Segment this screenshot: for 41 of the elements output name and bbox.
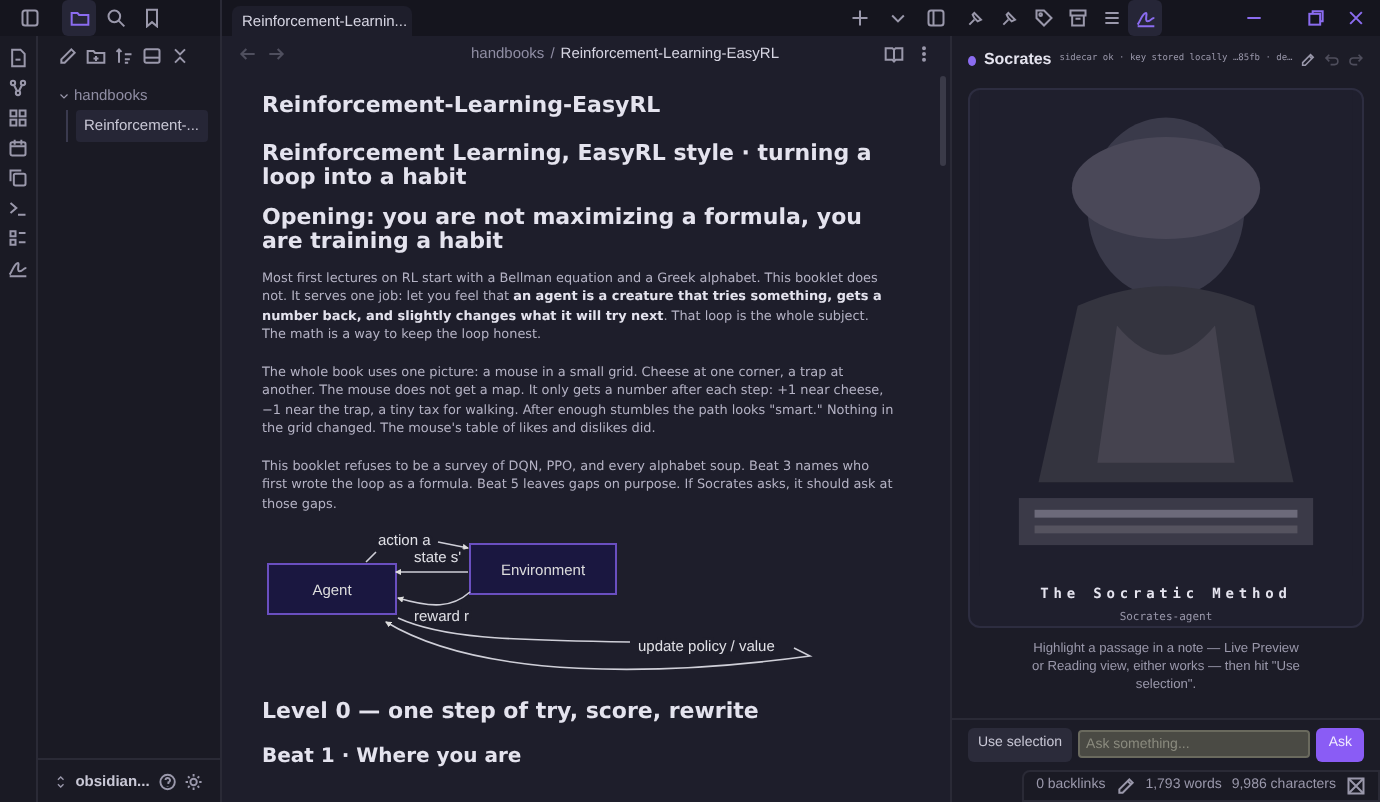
heading: Beat 1 · Where you are [262,743,524,771]
sort-icon[interactable] [114,46,134,66]
pin-icon[interactable] [965,8,985,28]
heading: Reinforcement Learning, EasyRL style · turning a loop into a habit [262,141,874,191]
agent-name: Socrates [983,48,1052,72]
graph-icon[interactable] [8,78,28,98]
panel-icon[interactable] [142,46,162,66]
diagram-arrow [396,591,471,606]
collapse-icon[interactable] [170,46,190,66]
heading: Opening: you are not maximizing a formula, you are training a habit [262,205,864,255]
sidebar-toggle-icon[interactable] [925,8,945,28]
sidebar-toggle-icon[interactable] [19,8,39,28]
grid-icon[interactable] [8,108,28,128]
status-dot [968,55,976,65]
restore-icon[interactable] [1305,8,1325,28]
folder-icon[interactable] [69,8,89,28]
note-title: Reinforcement-Learning-EasyRL [262,90,663,122]
new-folder-icon[interactable] [86,46,106,66]
heading: Level 0 — one step of try, score, rewrite [262,696,761,728]
archive-icon[interactable] [1067,8,1087,28]
pin-icon[interactable] [999,8,1019,28]
diagram-arrow [394,568,469,576]
settings-icon[interactable] [184,771,204,791]
new-tab-icon[interactable] [849,8,869,28]
vault-switch-icon[interactable] [54,771,68,791]
signature-icon[interactable] [8,258,28,278]
edit-mode-icon[interactable] [1115,775,1136,796]
list-icon[interactable] [1101,8,1121,28]
checklist-icon[interactable] [8,228,28,248]
search-icon[interactable] [105,8,125,28]
terminal-icon[interactable] [8,198,28,218]
copy-icon[interactable] [8,168,28,188]
signature-icon[interactable] [1135,8,1155,28]
close-icon[interactable] [1345,8,1365,28]
chevron-icon[interactable] [58,89,70,102]
calendar-icon[interactable] [8,138,28,158]
help-icon[interactable] [157,771,177,791]
bookmark-icon[interactable] [141,8,161,28]
edit-icon[interactable] [1300,50,1317,70]
reading-view-icon[interactable] [884,43,904,63]
tag-icon[interactable] [1033,8,1053,28]
